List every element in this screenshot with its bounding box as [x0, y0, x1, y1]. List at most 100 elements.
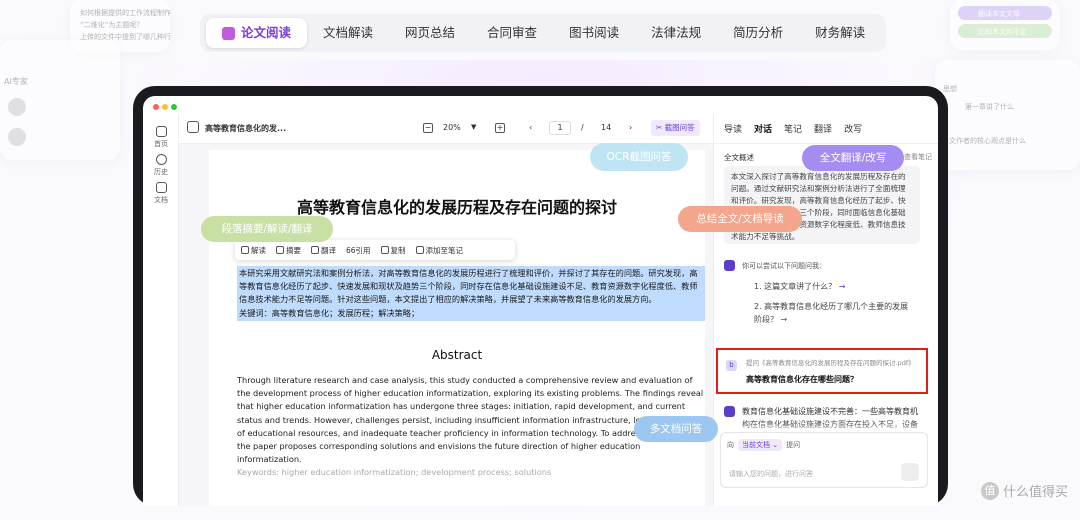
- close-dot[interactable]: [153, 104, 159, 110]
- tab-chat[interactable]: 对话: [754, 122, 772, 135]
- suggested-question[interactable]: 2. 高等教育信息化经历了哪几个主要的发展阶段？ →: [754, 300, 914, 326]
- notes-link[interactable]: 查看笔记: [904, 152, 932, 162]
- left-card-line-2: “二维化”为主题呢？: [80, 21, 144, 29]
- minimize-dot[interactable]: [162, 104, 168, 110]
- send-button[interactable]: [901, 463, 919, 481]
- keywords-en: Keywords: higher education informatizati…: [237, 467, 552, 478]
- maximize-dot[interactable]: [171, 104, 177, 110]
- suggested-question[interactable]: 1. 这篇文章讲了什么？ →: [754, 280, 845, 293]
- user-question: 高等教育信息化存在哪些问题？: [746, 375, 858, 384]
- avatar: [8, 98, 26, 116]
- left-nav: 首页 历史 文档: [143, 114, 179, 506]
- overview-summary: 本文深入探讨了高等教育信息化的发展历程及存在的问题。通过文献研究法和案例分析法进…: [724, 166, 920, 244]
- translate-button[interactable]: 翻译: [311, 245, 336, 256]
- chevron-down-icon: ⌄: [772, 441, 779, 449]
- tab-paper-reading[interactable]: 论文阅读: [206, 18, 308, 48]
- zoom-dropdown-icon[interactable]: ▼: [471, 123, 476, 131]
- total-pages: 14: [601, 123, 612, 132]
- tab-contract-review[interactable]: 合同审查: [471, 18, 553, 48]
- interpret-icon: [241, 245, 249, 254]
- bot-icon: [724, 260, 735, 271]
- ai-panel: 导读 对话 笔记 翻译 改写 全文概述 查看笔记 本文深入探讨了高等教育信息化的…: [713, 114, 938, 506]
- copy-button[interactable]: 复制: [380, 245, 406, 256]
- overview-label: 全文概述: [724, 153, 754, 162]
- bot-icon: [724, 406, 735, 417]
- zoom-out-icon[interactable]: −: [423, 123, 433, 133]
- highlighted-selection[interactable]: 本研究采用文献研究法和案例分析法，对高等教育信息化的发展历程进行了梳理和评价，并…: [237, 266, 705, 321]
- chat-input[interactable]: 请输入您的问题，进行问答: [729, 469, 813, 479]
- home-icon: [155, 126, 167, 137]
- right-card-line-2: 第一章讲了什么: [965, 103, 1014, 111]
- next-page-icon[interactable]: ›: [629, 123, 632, 132]
- list-icon: [276, 245, 284, 254]
- page-input[interactable]: 1: [549, 121, 571, 135]
- clock-icon: [155, 154, 167, 165]
- tab-notes[interactable]: 笔记: [784, 122, 802, 135]
- compare-chip: 比较本文的不足: [958, 24, 1052, 38]
- tab-doc-interpret[interactable]: 文档解读: [307, 18, 389, 48]
- translate-rewrite-bubble: 全文翻译/改写: [802, 145, 904, 171]
- nav-docs[interactable]: 文档: [143, 182, 179, 205]
- panel-tabs: 导读 对话 笔记 翻译 改写: [714, 114, 938, 144]
- tab-translate[interactable]: 翻译: [814, 122, 832, 135]
- tab-book-reading[interactable]: 图书阅读: [553, 18, 635, 48]
- nav-home[interactable]: 首页: [143, 126, 179, 149]
- scope-prefix: 向: [727, 441, 734, 449]
- ai-expert-label: AI专家: [4, 77, 28, 86]
- tab-finance[interactable]: 财务解读: [799, 18, 881, 48]
- summarize-bubble: 总结全文/文档导读: [678, 206, 802, 232]
- ocr-qa-bubble: OCR截图问答: [590, 143, 688, 171]
- selection-toolbar: 解读 摘要 翻译 66引用 复制 添加至笔记: [235, 240, 515, 260]
- right-card-line-3: 文作者的核心观点是什么: [949, 137, 1026, 145]
- right-card-line-1: 思想: [943, 85, 957, 93]
- screenshot-qa-button[interactable]: ✂ 截图问答: [651, 120, 700, 136]
- document-page: 高等教育信息化的发展历程及存在问题的探讨 解读 摘要 翻译 66引用 复制 添加…: [209, 150, 705, 506]
- note-icon: [415, 245, 424, 254]
- keywords-cn: 关键词：高等教育信息化；发展历程；解决策略；: [239, 307, 420, 318]
- nav-history[interactable]: 历史: [143, 154, 179, 177]
- avatar: [8, 128, 26, 146]
- document-icon: [222, 26, 235, 40]
- tab-rewrite[interactable]: 改写: [844, 122, 862, 135]
- prev-page-icon[interactable]: ‹: [529, 123, 532, 132]
- add-note-button[interactable]: 添加至笔记: [415, 245, 463, 256]
- question-prompt: 你可以尝试以下问题问我：: [742, 262, 826, 270]
- abstract-heading: Abstract: [431, 348, 483, 362]
- feature-tabs: 论文阅读 文档解读 网页总结 合同审查 图书阅读 法律法规 简历分析 财务解读: [200, 14, 886, 52]
- file-icon: [155, 182, 167, 193]
- translate-icon: [311, 245, 319, 254]
- user-icon: b: [726, 360, 737, 371]
- quote-button[interactable]: 66引用: [346, 245, 371, 256]
- logo-icon: 值: [980, 481, 999, 500]
- scope-select[interactable]: 当前文档 ⌄: [738, 439, 783, 451]
- copy-icon: [380, 245, 389, 254]
- tab-web-summary[interactable]: 网页总结: [389, 18, 471, 48]
- arrow-right-icon: →: [780, 315, 788, 324]
- quote-icon: 66: [346, 245, 356, 255]
- multi-doc-bubble: 多文档问答: [634, 416, 718, 442]
- document-viewer: 高等教育信息化的发展历程及存在问题的探讨 解读 摘要 翻译 66引用 复制 添加…: [179, 144, 713, 506]
- zoom-level[interactable]: 20%: [443, 123, 461, 132]
- window-controls: [153, 104, 177, 110]
- highlight-text: 本研究采用文献研究法和案例分析法，对高等教育信息化的发展历程进行了梳理和评价，并…: [239, 268, 698, 305]
- page-separator: /: [581, 123, 584, 132]
- left-card-line-1: 如何根据提供的工作流程制作: [80, 9, 171, 17]
- paper-title: 高等教育信息化的发展历程及存在问题的探讨: [296, 198, 617, 217]
- arrow-right-icon: →: [838, 282, 846, 291]
- zoom-in-icon[interactable]: +: [495, 123, 505, 133]
- sidebar-toggle-icon[interactable]: [187, 121, 199, 133]
- chat-input-box[interactable]: 向 当前文档 ⌄ 提问 请输入您的问题，进行问答: [720, 432, 928, 488]
- question-source: 提问《高等教育信息化的发展历程及存在问题的探讨.pdf》: [746, 359, 915, 367]
- tab-laws[interactable]: 法律法规: [635, 18, 717, 48]
- right-top-card: 翻译本文文章 比较本文的不足: [950, 0, 1060, 50]
- abstract-body: Through literature research and case ana…: [237, 375, 704, 465]
- abstract-button[interactable]: 摘要: [276, 245, 301, 256]
- tab-guide[interactable]: 导读: [724, 122, 742, 135]
- doc-toolbar: 高等教育信息化的发... − 20% ▼ + ‹ 1 / 14 › ✂ 截图问答: [179, 114, 713, 144]
- interpret-button[interactable]: 解读: [241, 245, 266, 256]
- doc-name: 高等教育信息化的发...: [205, 124, 287, 133]
- scope-row: 向 当前文档 ⌄ 提问: [727, 439, 800, 451]
- tab-resume-analysis[interactable]: 简历分析: [717, 18, 799, 48]
- scissors-icon: ✂: [656, 123, 663, 132]
- translate-chip: 翻译本文文章: [958, 6, 1052, 20]
